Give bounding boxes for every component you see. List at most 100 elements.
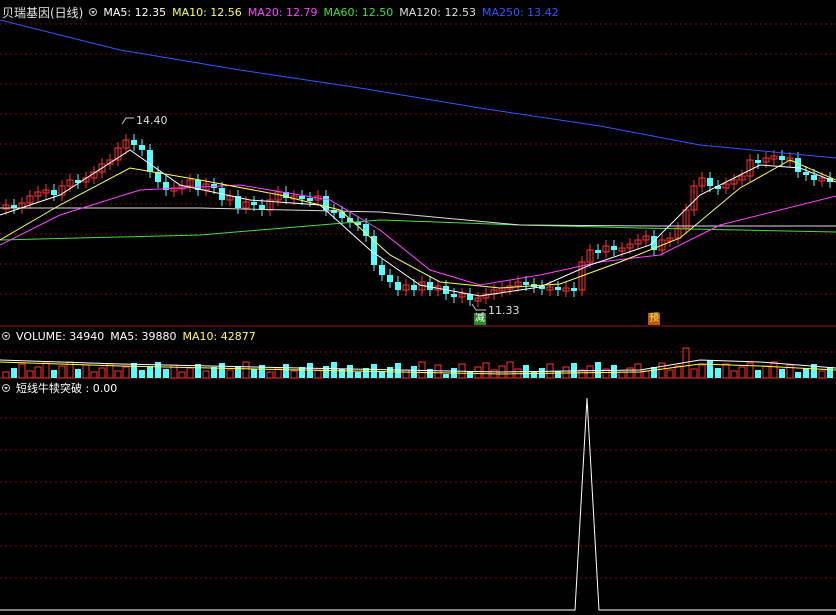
ma60-label: MA60: 12.50 [323,5,394,19]
candle-body [147,150,153,172]
volume-bar [58,365,66,379]
candle-body [51,190,57,195]
candle-body [387,275,393,282]
volume-bar [26,370,34,379]
volume-bar [618,371,626,379]
volume-bar [283,364,289,378]
volume-bar [202,370,210,379]
volume-bar [651,367,657,378]
volume-bar [314,369,322,379]
volume-bar [186,367,194,379]
low-annotation: 11.33 [488,304,520,317]
ma250-line [0,19,836,159]
volume-bar [323,366,329,378]
volume-bar [795,372,801,378]
collapse-icon[interactable] [89,8,98,16]
volume-bar [122,366,130,379]
volume-bar [586,365,594,379]
volume-bar [402,369,410,379]
reduce-marker[interactable]: 减 [474,313,486,325]
volume-bar [42,362,50,379]
ma10-label: MA10: 12.56 [172,5,242,19]
volume-bar [611,365,617,378]
volume-bar [803,368,809,378]
volume-bar [51,370,57,378]
volume-bar [211,367,217,378]
volume-bar [226,369,234,379]
candle-body [523,282,529,285]
high-pointer [121,117,134,125]
ma20-label: MA20: 12.79 [247,5,318,19]
volume-bar [755,370,761,378]
volume-bar [11,368,17,378]
volume-bar [18,363,26,379]
volume-ma5-label: MA5: 39880 [110,329,177,343]
volume-bar [674,365,682,379]
volume-bar [443,374,449,378]
candle-body [363,224,369,236]
volume-bar [506,361,514,379]
candle-body [571,288,577,291]
ma120-label: MA120: 12.53 [399,5,476,19]
volume-bar [242,361,250,379]
volume-bar [82,364,90,379]
candle-body [379,265,385,275]
volume-bar [595,362,601,378]
candle-body [595,250,601,253]
volume-bar [434,364,442,379]
candle-body [299,196,305,199]
forecast-marker[interactable]: 预 [648,313,660,325]
candle-body [131,140,137,145]
volume-bar [827,367,833,378]
ma120-line [0,207,836,227]
candle-body [339,212,345,218]
stock-title: 贝瑞基因(日线) [2,5,84,20]
volume-bar [251,369,257,378]
volume-bar [114,370,122,379]
ma5-label: MA5: 12.35 [103,5,167,19]
volume-bar [482,362,490,379]
indicator-legend: 短线牛犊突破 : 0.00 [2,380,117,396]
main-legend: 贝瑞基因(日线) MA5: 12.35 MA10: 12.56 MA20: 12… [2,4,559,20]
volume-bar [562,366,570,379]
candle-body [395,282,401,290]
volume-bar [738,366,746,379]
volume-bar [818,370,826,379]
volume-bar [698,364,706,379]
volume-bar [786,364,794,379]
volume-bar [98,367,106,379]
volume-legend: VOLUME: 34940 MA5: 39880 MA10: 42877 [2,328,256,344]
volume-bar [467,371,473,378]
volume-bar [266,371,274,379]
volume-bar [219,363,225,378]
candle-body [811,175,817,180]
volume-bar [715,368,721,378]
volume-bar [722,363,730,379]
volume-bar [163,369,169,378]
volume-bar [626,367,634,379]
volume-bar [178,371,186,379]
candle-body [707,178,713,186]
volume-bar [642,370,650,379]
volume-bar [331,362,337,378]
volume-bar [131,363,137,378]
volume-bar [707,360,713,378]
candle-body [139,145,145,150]
volume-bar [290,370,298,379]
volume-bar [474,366,482,379]
volume-bar [555,371,561,378]
volume-label: VOLUME: 34940 [16,329,105,343]
chart-canvas[interactable] [0,0,836,615]
collapse-icon[interactable] [2,384,10,392]
collapse-icon[interactable] [2,332,10,340]
volume-bar [147,366,153,378]
volume-bar [531,372,537,378]
volume-bar [634,363,642,379]
indicator-label: 短线牛犊突破 : 0.00 [16,382,118,395]
volume-bar [762,365,770,379]
candle-body [803,172,809,175]
volume-bar [2,371,10,379]
candle-body [755,160,761,163]
volume-ma10-label: MA10: 42877 [182,329,256,343]
volume-bar [690,368,698,379]
